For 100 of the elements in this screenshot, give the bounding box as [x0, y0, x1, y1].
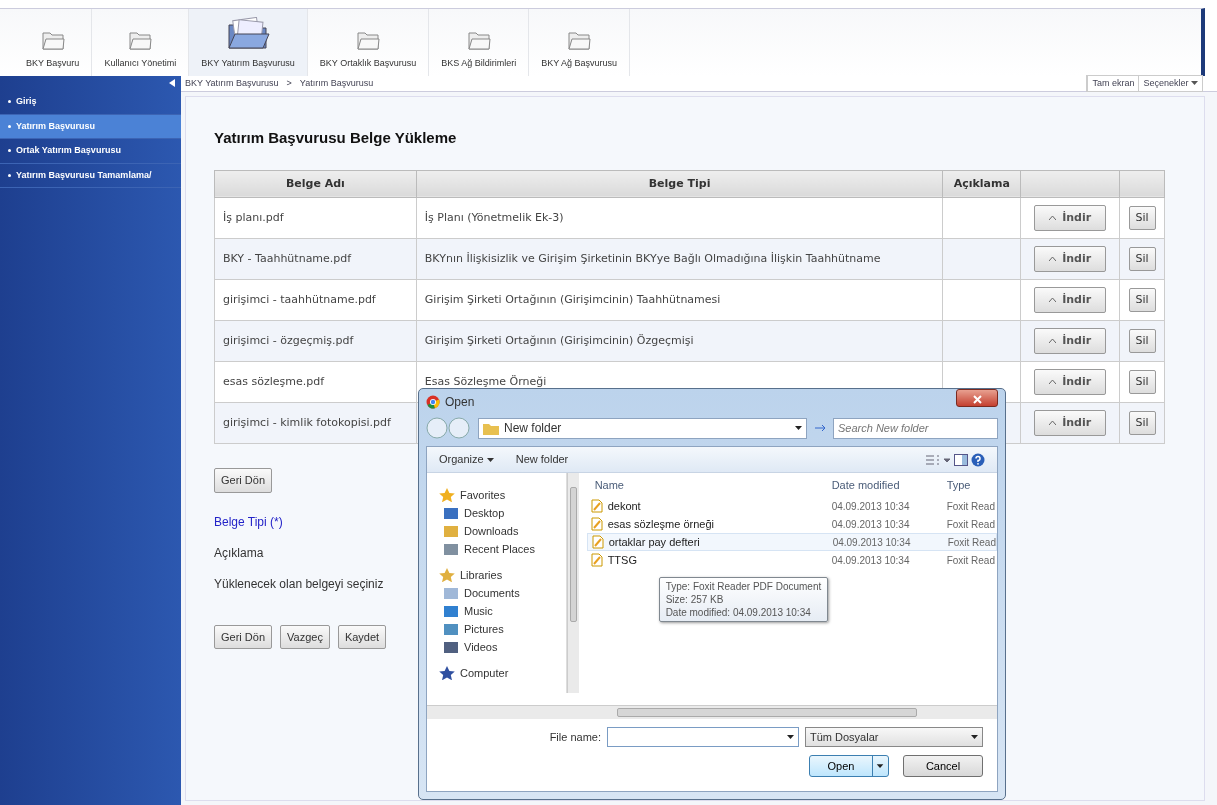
form-button[interactable]: Vazgeç	[280, 624, 330, 649]
table-cell: Girişim Şirketi Ortağının (Girişimcinin) Özgeçmişi	[416, 320, 943, 362]
file-type: Foxit Read	[946, 553, 995, 568]
download-button[interactable]: İndir	[1034, 204, 1107, 232]
scrollbar[interactable]	[427, 705, 997, 719]
path-segment[interactable]: New folder	[504, 419, 562, 437]
column-header[interactable]: Date modified	[831, 476, 947, 494]
organize-menu[interactable]: Organize	[439, 451, 494, 468]
nav-item[interactable]: Downloads	[464, 522, 519, 540]
file-type-dropdown[interactable]: Tüm Dosyalar	[805, 727, 983, 747]
nav-item[interactable]: Documents	[464, 584, 520, 602]
folder-icon	[483, 421, 499, 435]
column-header[interactable]: Name	[586, 476, 832, 494]
table-cell: esas sözleşme.pdf	[214, 361, 417, 403]
tooltip-line: Type: Foxit Reader PDF Document	[665, 580, 822, 593]
folder-icon	[443, 542, 459, 556]
delete-button[interactable]: Sil	[1128, 287, 1156, 313]
pdf-file-icon	[590, 517, 603, 531]
tooltip-line: Date modified: 04.09.2013 10:34	[665, 606, 812, 619]
file-date: 04.09.2013 10:34	[831, 517, 911, 532]
column-header[interactable]: Type	[946, 476, 971, 494]
help-icon[interactable]	[971, 453, 985, 468]
delete-button[interactable]: Sil	[1128, 369, 1156, 395]
download-button[interactable]: İndir	[1034, 245, 1107, 273]
file-name[interactable]: dekont	[607, 497, 641, 515]
file-row-highlight[interactable]: ortaklar pay defteri 04.09.2013 10:34 Foxit Read	[586, 533, 997, 551]
file-row[interactable]: TTSG 04.09.2013 10:34 Foxit Read	[586, 551, 997, 569]
download-button[interactable]: İndir	[1034, 409, 1107, 437]
delete-button[interactable]: Sil	[1128, 410, 1156, 436]
caret-up-icon	[1049, 297, 1057, 302]
view-options-icon[interactable]	[924, 454, 951, 467]
nav-item[interactable]: Recent Places	[464, 540, 535, 558]
breadcrumb-separator: >	[286, 76, 292, 90]
form-label: Yüklenecek olan belgeyi seçiniz	[214, 575, 384, 593]
folder-icon	[443, 506, 459, 520]
close-button[interactable]	[956, 389, 998, 407]
browser-logo-icon	[426, 395, 440, 409]
nav-item[interactable]: Pictures	[464, 620, 504, 638]
nav-item[interactable]: Videos	[464, 638, 498, 656]
toolbar-item[interactable]: BKY Yatırım Başvurusu	[189, 9, 308, 76]
collapse-arrow-icon[interactable]	[169, 79, 175, 87]
bullet-icon	[8, 124, 11, 128]
form-button[interactable]: Geri Dön	[214, 624, 273, 649]
file-row[interactable]: esas sözleşme örneği 04.09.2013 10:34 Foxit Read	[586, 515, 997, 533]
download-button[interactable]: İndir	[1034, 286, 1107, 314]
folder-icon	[443, 524, 459, 538]
file-row[interactable]: dekont 04.09.2013 10:34 Foxit Read	[586, 497, 997, 515]
delete-button[interactable]: Sil	[1128, 246, 1156, 272]
delete-button[interactable]: Sil	[1128, 205, 1156, 231]
dropdown-arrow-icon[interactable]	[787, 735, 794, 739]
caret-up-icon	[1049, 256, 1057, 261]
file-type: Foxit Read	[947, 535, 996, 550]
tooltip-line: Size: 257 KB	[665, 593, 725, 606]
file-name-field[interactable]	[607, 727, 799, 747]
table-cell: girişimci - özgeçmiş.pdf	[214, 320, 417, 362]
file-date: 04.09.2013 10:34	[832, 535, 912, 550]
folder-icon	[443, 640, 459, 654]
file-date: 04.09.2013 10:34	[831, 499, 911, 514]
delete-button[interactable]: Sil	[1128, 328, 1156, 354]
sidebar-label: Yatırım Başvurusu Tamamlama/	[16, 169, 152, 180]
refresh-icon[interactable]	[813, 422, 827, 434]
nav-item[interactable]: Favorites	[460, 486, 506, 504]
file-name[interactable]: ortaklar pay defteri	[608, 533, 700, 551]
search-field[interactable]: Search New folder	[833, 417, 998, 439]
breadcrumb-link[interactable]: BKY Yatırım Başvurusu	[185, 76, 279, 91]
form-button[interactable]: Kaydet	[337, 624, 387, 649]
file-name[interactable]: esas sözleşme örneği	[607, 515, 715, 533]
nav-item[interactable]: Computer	[460, 664, 509, 682]
pdf-file-icon	[590, 553, 603, 567]
caret-icon	[486, 458, 494, 463]
column-header: Belge Tipi	[416, 170, 943, 198]
back-button[interactable]: Geri Dön	[214, 468, 273, 493]
breadcrumb-link[interactable]: Yatırım Başvurusu	[299, 76, 374, 91]
file-date: 04.09.2013 10:34	[831, 553, 911, 568]
new-folder-button[interactable]: New folder	[515, 451, 569, 468]
preview-pane-icon[interactable]	[953, 454, 968, 467]
nav-item[interactable]: Libraries	[460, 566, 503, 584]
download-button[interactable]: İndir	[1034, 368, 1107, 396]
fullscreen-link[interactable]: Tam ekran	[1087, 75, 1139, 92]
folder-with-papers-icon	[226, 16, 270, 51]
table-cell: İş Planı (Yönetmelik Ek-3)	[416, 197, 943, 239]
nav-item[interactable]: Desktop	[464, 504, 505, 522]
close-icon	[972, 395, 982, 405]
column-header: Açıklama	[942, 170, 1021, 198]
dropdown-arrow-icon[interactable]	[795, 426, 802, 430]
dropdown-arrow-icon[interactable]	[971, 735, 978, 739]
table-cell: BKYnın İlişkisizlik ve Girişim Şirketinin BKYye Bağlı Olmadığına İlişkin Taahhütname	[416, 238, 943, 280]
options-menu[interactable]: Seçenekler	[1138, 75, 1202, 92]
download-button[interactable]: İndir	[1034, 327, 1107, 355]
bullet-icon	[8, 149, 11, 153]
scrollbar[interactable]	[567, 473, 579, 693]
file-name[interactable]: TTSG	[607, 551, 637, 569]
file-type: Foxit Read	[946, 499, 995, 514]
table-cell: BKY - Taahhütname.pdf	[214, 238, 417, 280]
page-title: Yatırım Başvurusu Belge Yükleme	[214, 128, 458, 148]
sidebar-row[interactable]: Yatırım Başvurusu	[0, 114, 181, 139]
open-button[interactable]: Open	[809, 755, 889, 777]
folder-icon	[443, 586, 459, 600]
nav-item[interactable]: Music	[464, 602, 493, 620]
cancel-button[interactable]: Cancel	[903, 755, 983, 777]
